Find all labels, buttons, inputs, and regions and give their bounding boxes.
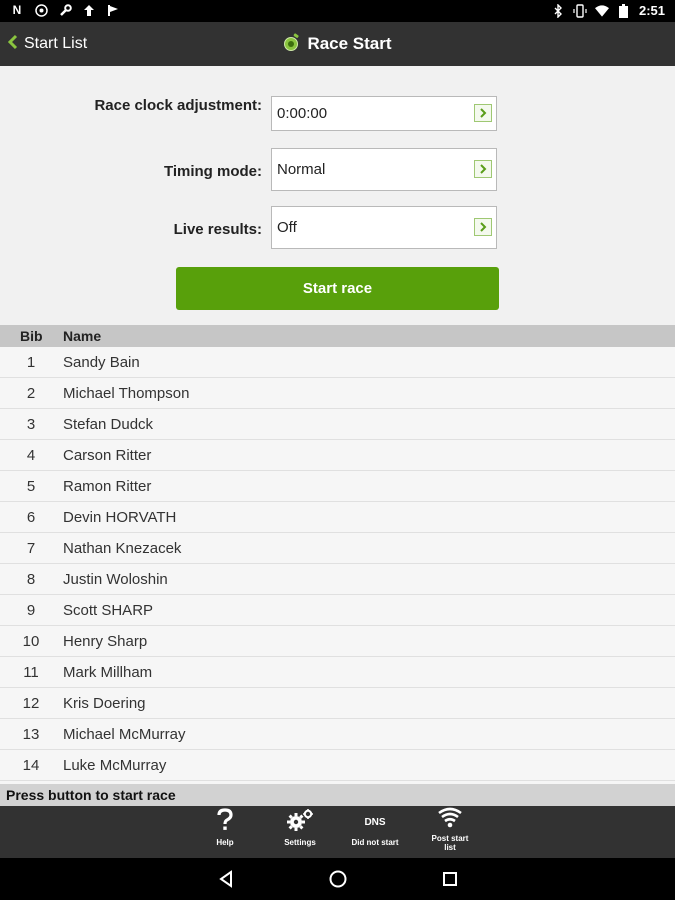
- racer-name: Henry Sharp: [63, 633, 148, 650]
- page-title-text: Race Start: [307, 34, 392, 53]
- table-row[interactable]: 5 Ramon Ritter: [0, 471, 675, 502]
- notification-icons: N: [10, 3, 120, 17]
- table-row[interactable]: 11 Mark Millham: [0, 657, 675, 688]
- upload-arrow-icon: [82, 3, 96, 17]
- racer-name: Michael Thompson: [63, 385, 190, 402]
- dns-icon: DNS: [364, 816, 386, 828]
- live-results-field[interactable]: Off: [271, 206, 497, 249]
- help-label: Help: [216, 838, 234, 847]
- page-title: Race Start: [0, 22, 675, 66]
- racer-name: Mark Millham: [63, 664, 153, 681]
- table-row[interactable]: 6 Devin HORVATH: [0, 502, 675, 533]
- bib-number: 1: [26, 354, 36, 371]
- wrench-icon: [58, 3, 72, 17]
- settings-label: Settings: [284, 838, 316, 847]
- table-row[interactable]: 13 Michael McMurray: [0, 719, 675, 750]
- back-button-label: Start List: [24, 35, 88, 52]
- clock-time: 2:51: [638, 3, 665, 18]
- bluetooth-icon: [551, 3, 565, 18]
- racer-name: Michael McMurray: [63, 726, 186, 743]
- start-list[interactable]: 1 Sandy Bain 2 Michael Thompson 3 Stefan Du…: [0, 347, 675, 784]
- post-start-list-button[interactable]: Post start list: [415, 806, 485, 858]
- racer-name: Luke McMurray: [63, 757, 167, 774]
- table-row[interactable]: 8 Justin Woloshin: [0, 564, 675, 595]
- nav-recents-icon[interactable]: [438, 867, 462, 891]
- racer-name: Sandy Bain: [63, 354, 140, 371]
- timing-mode-value: Normal: [277, 161, 326, 178]
- chevron-left-icon: [7, 34, 18, 55]
- live-results-value: Off: [277, 219, 297, 236]
- copyright-icon: [34, 3, 48, 17]
- help-button[interactable]: Help: [190, 806, 260, 858]
- bib-number: 14: [22, 757, 40, 774]
- n-icon: N: [12, 3, 22, 17]
- post-start-list-label: Post start list: [431, 834, 469, 852]
- bib-number: 4: [26, 447, 36, 464]
- bib-number: 11: [23, 664, 39, 681]
- bib-number: 5: [26, 478, 36, 495]
- racer-name: Devin HORVATH: [63, 509, 177, 526]
- bib-column-header: Bib: [20, 328, 43, 344]
- table-row[interactable]: 2 Michael Thompson: [0, 378, 675, 409]
- bib-number: 9: [26, 602, 36, 619]
- bib-number: 8: [26, 571, 36, 588]
- did-not-start-button[interactable]: DNS Did not start: [340, 806, 410, 858]
- name-column-header: Name: [63, 328, 102, 344]
- vibrate-icon: [573, 3, 587, 18]
- did-not-start-label: Did not start: [351, 838, 399, 847]
- bottom-toolbar: Help Settings DNS Did not start Post sta…: [0, 806, 675, 858]
- back-to-start-list-button[interactable]: Start List: [7, 22, 88, 66]
- table-row[interactable]: 10 Henry Sharp: [0, 626, 675, 657]
- wifi-signal-icon: [437, 807, 463, 834]
- system-icons: 2:51: [551, 3, 665, 18]
- race-clock-label: Race clock adjustment:: [94, 97, 262, 114]
- stopwatch-logo-icon: [283, 32, 301, 57]
- racer-name: Justin Woloshin: [63, 571, 168, 588]
- bib-number: 6: [26, 509, 36, 526]
- race-clock-value: 0:00:00: [277, 105, 328, 122]
- settings-button[interactable]: Settings: [265, 806, 335, 858]
- nav-back-icon[interactable]: [214, 867, 238, 891]
- race-clock-field[interactable]: 0:00:00: [271, 96, 497, 131]
- flag-icon: [106, 3, 120, 17]
- bib-number: 3: [26, 416, 36, 433]
- bib-number: 10: [22, 633, 40, 650]
- bib-number: 7: [26, 540, 36, 557]
- table-row[interactable]: 9 Scott SHARP: [0, 595, 675, 626]
- table-row[interactable]: 1 Sandy Bain: [0, 347, 675, 378]
- status-bar: N 2:51: [0, 0, 675, 22]
- chevron-right-icon: [474, 160, 492, 178]
- racer-name: Scott SHARP: [63, 602, 154, 619]
- racer-name: Nathan Knezacek: [63, 540, 182, 557]
- status-message: Press button to start race: [0, 784, 675, 806]
- battery-icon: [617, 3, 631, 18]
- timing-mode-label: Timing mode:: [163, 163, 262, 180]
- gears-icon: [285, 808, 315, 837]
- bib-number: 13: [22, 726, 40, 743]
- chevron-right-icon: [474, 104, 492, 122]
- start-list-header: Bib Name: [0, 325, 675, 347]
- table-row[interactable]: 12 Kris Doering: [0, 688, 675, 719]
- start-race-button[interactable]: Start race: [176, 267, 499, 310]
- table-row[interactable]: 4 Carson Ritter: [0, 440, 675, 471]
- system-navigation-bar: [0, 858, 675, 900]
- bib-number: 2: [26, 385, 36, 402]
- chevron-right-icon: [474, 218, 492, 236]
- nav-home-icon[interactable]: [326, 867, 350, 891]
- table-row[interactable]: 3 Stefan Dudck: [0, 409, 675, 440]
- racer-name: Carson Ritter: [63, 447, 152, 464]
- racer-name: Kris Doering: [63, 695, 146, 712]
- table-row[interactable]: 14 Luke McMurray: [0, 750, 675, 781]
- app-bar: Start List Race Start: [0, 22, 675, 66]
- live-results-label: Live results:: [173, 221, 262, 238]
- racer-name: Ramon Ritter: [63, 478, 152, 495]
- race-settings-form: Race clock adjustment: 0:00:00 Timing mo…: [0, 66, 675, 325]
- bib-number: 12: [22, 695, 40, 712]
- racer-name: Stefan Dudck: [63, 416, 154, 433]
- question-icon: [216, 807, 234, 837]
- wifi-icon: [594, 4, 609, 18]
- timing-mode-field[interactable]: Normal: [271, 148, 497, 191]
- table-row[interactable]: 7 Nathan Knezacek: [0, 533, 675, 564]
